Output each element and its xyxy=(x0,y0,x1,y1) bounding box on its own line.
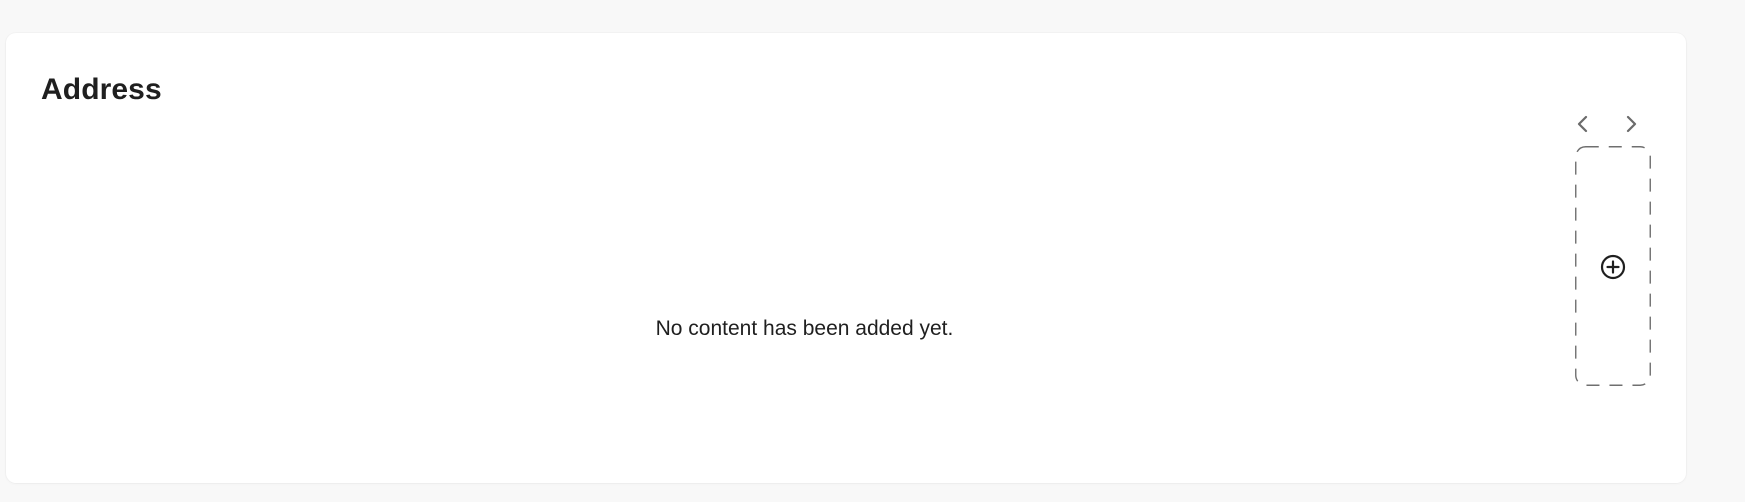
section-title: Address xyxy=(41,73,162,106)
plus-circle-icon xyxy=(1600,254,1626,280)
empty-state-message: No content has been added yet. xyxy=(655,317,954,340)
chevron-left-icon xyxy=(1577,115,1588,133)
address-card: Address No content has been added yet. xyxy=(6,33,1686,483)
add-item-button[interactable] xyxy=(1575,146,1651,386)
next-button[interactable] xyxy=(1618,107,1644,141)
chevron-right-icon xyxy=(1626,115,1637,133)
previous-button[interactable] xyxy=(1570,107,1596,141)
